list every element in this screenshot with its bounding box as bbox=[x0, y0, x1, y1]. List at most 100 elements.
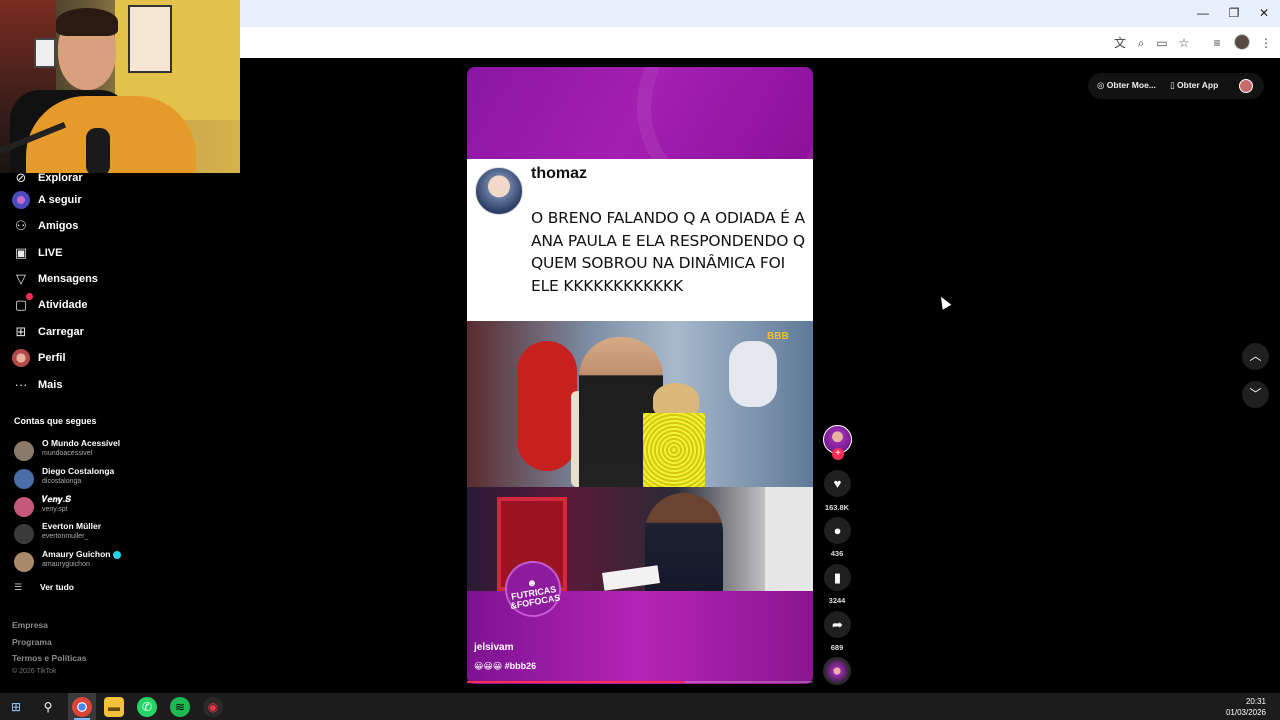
followed-account[interactable]: Diego Costalonga dicostalonga bbox=[14, 466, 214, 492]
see-all-link[interactable]: ☰ Ver tudo bbox=[14, 580, 74, 594]
file-explorer-icon[interactable]: ▬ bbox=[104, 697, 124, 717]
spotify-icon[interactable]: ≋ bbox=[170, 697, 190, 717]
like-count: 163.8K bbox=[824, 503, 850, 512]
reading-list-icon[interactable]: ≡ bbox=[1208, 34, 1226, 52]
mouse-cursor bbox=[936, 294, 952, 310]
sidebar-item-label: Amigos bbox=[38, 220, 79, 232]
account-handle: veny.spt bbox=[42, 506, 68, 513]
compass-icon: ⊘ bbox=[15, 170, 27, 185]
sidebar-item-activity[interactable]: ▢ Atividade bbox=[12, 293, 88, 317]
video-author[interactable]: jelsivam bbox=[474, 642, 513, 653]
obs-icon[interactable]: ◉ bbox=[203, 697, 223, 717]
avatar bbox=[14, 552, 34, 572]
video-scene-1: BBB bbox=[467, 321, 813, 487]
footer-link-terms[interactable]: Termos e Políticas bbox=[12, 653, 86, 663]
tweet-author: thomaz bbox=[531, 165, 587, 182]
activity-icon: ▢ bbox=[12, 293, 33, 314]
save-button[interactable]: ▮ bbox=[824, 564, 851, 591]
chrome-icon[interactable] bbox=[72, 697, 92, 717]
sidebar-item-live[interactable]: ▣ LIVE bbox=[12, 241, 63, 265]
windows-taskbar bbox=[0, 693, 1280, 720]
bookmark-icon: ▮ bbox=[833, 570, 842, 585]
video-player[interactable]: thomaz O BRENO FALANDO Q A ODIADA É A AN… bbox=[467, 67, 813, 684]
video-caption[interactable]: 😀😀😀 #bbb26 bbox=[474, 661, 536, 672]
sidebar-item-friends[interactable]: ⚇ Amigos bbox=[12, 214, 78, 238]
account-name: O Mundo Acessível bbox=[42, 438, 121, 448]
save-count: 3244 bbox=[828, 596, 846, 605]
bbb-logo: BBB bbox=[767, 331, 789, 342]
zoom-icon[interactable]: ⌕ bbox=[1132, 34, 1150, 52]
sidebar-item-label: Mais bbox=[38, 379, 63, 391]
tweet-card: thomaz O BRENO FALANDO Q A ODIADA É A AN… bbox=[467, 159, 813, 321]
sidebar-item-label: A seguir bbox=[38, 194, 82, 206]
share-icon: ➦ bbox=[832, 617, 843, 632]
avatar bbox=[14, 469, 34, 489]
cast-icon[interactable]: ▭ bbox=[1153, 34, 1171, 52]
followed-account[interactable]: Everton Müller evertonmuller_ bbox=[14, 521, 214, 547]
clock-time: 20:31 bbox=[1245, 697, 1266, 706]
avatar bbox=[14, 497, 34, 517]
more-icon[interactable]: ⋮ bbox=[1257, 34, 1275, 52]
heart-icon: ♥ bbox=[833, 476, 842, 491]
avatar bbox=[14, 441, 34, 461]
account-name: 𝑽𝒆𝒏𝒚.𝑺 bbox=[42, 494, 71, 504]
avatar bbox=[14, 524, 34, 544]
verified-badge-icon bbox=[113, 550, 122, 559]
sidebar-item-label: Atividade bbox=[38, 299, 88, 311]
user-avatar[interactable] bbox=[1239, 79, 1253, 93]
next-video-button[interactable]: ﹀ bbox=[1242, 381, 1269, 408]
account-handle: evertonmuller_ bbox=[42, 533, 89, 540]
music-disc[interactable] bbox=[823, 657, 851, 685]
follow-plus-icon[interactable]: + bbox=[832, 448, 844, 460]
sidebar-item-label: Explorar bbox=[38, 172, 83, 184]
profile-icon[interactable] bbox=[1234, 34, 1250, 50]
upload-icon: ⊞ bbox=[15, 324, 27, 339]
profile-avatar-icon bbox=[12, 349, 30, 367]
screen: — ❐ ✕ 文 ⌕ ▭ ☆ ≡ ⋮ ⊘ Explorar A seguir ⚇ … bbox=[0, 0, 1280, 720]
sidebar-item-profile[interactable]: Perfil bbox=[12, 346, 66, 370]
sidebar-item-more[interactable]: ··· Mais bbox=[12, 373, 63, 397]
followed-account[interactable]: 𝑽𝒆𝒏𝒚.𝑺 veny.spt bbox=[14, 494, 214, 520]
footer-link-company[interactable]: Empresa bbox=[12, 620, 48, 630]
whatsapp-icon[interactable]: ✆ bbox=[137, 697, 157, 717]
notification-badge bbox=[26, 293, 33, 300]
sidebar-item-messages[interactable]: ▽ Mensagens bbox=[12, 267, 98, 291]
restore-button[interactable]: ❐ bbox=[1220, 4, 1248, 22]
account-name: Amaury Guichon bbox=[42, 549, 122, 559]
tweet-avatar bbox=[475, 167, 523, 215]
translate-icon[interactable]: 文 bbox=[1111, 34, 1129, 52]
bookmark-star-icon[interactable]: ☆ bbox=[1175, 34, 1193, 52]
friends-icon: ⚇ bbox=[15, 218, 27, 233]
sidebar-item-following[interactable]: A seguir bbox=[12, 188, 82, 212]
minimize-button[interactable]: — bbox=[1189, 4, 1217, 22]
get-coins-button[interactable]: ◎ Obter Moe... bbox=[1097, 80, 1156, 91]
more-dots-icon: ··· bbox=[14, 377, 28, 392]
comment-button[interactable]: ● bbox=[824, 517, 851, 544]
previous-video-button[interactable]: ︿ bbox=[1242, 343, 1269, 370]
sidebar-item-explore[interactable]: ⊘ Explorar bbox=[12, 166, 83, 190]
send-icon: ▽ bbox=[16, 271, 26, 286]
webcam-overlay bbox=[0, 0, 240, 173]
like-button[interactable]: ♥ bbox=[824, 470, 851, 497]
share-button[interactable]: ➦ bbox=[824, 611, 851, 638]
video-progress-fill bbox=[467, 681, 685, 683]
close-button[interactable]: ✕ bbox=[1250, 4, 1278, 22]
video-progress-bar[interactable] bbox=[467, 681, 813, 683]
copyright: © 2026 TikTok bbox=[12, 668, 57, 675]
footer-link-program[interactable]: Programa bbox=[12, 637, 52, 647]
sidebar-item-label: Mensagens bbox=[38, 273, 98, 285]
windows-start-icon[interactable]: ⊞ bbox=[6, 697, 26, 717]
live-icon: ▣ bbox=[14, 245, 28, 260]
account-name: Diego Costalonga bbox=[42, 466, 115, 476]
chevron-down-icon: ﹀ bbox=[1249, 387, 1262, 401]
followed-account[interactable]: Amaury Guichon amauryguichon bbox=[14, 549, 214, 575]
share-count: 689 bbox=[830, 643, 844, 652]
comment-count: 436 bbox=[830, 549, 844, 558]
get-app-button[interactable]: ▯ Obter App bbox=[1170, 80, 1218, 91]
sidebar-item-upload[interactable]: ⊞ Carregar bbox=[12, 320, 84, 344]
sidebar-item-label: Perfil bbox=[38, 352, 66, 364]
account-handle: dicostalonga bbox=[42, 478, 82, 485]
search-icon[interactable]: ⚲ bbox=[38, 697, 58, 717]
followed-account[interactable]: O Mundo Acessível mundoacessivel bbox=[14, 438, 214, 464]
account-handle: amauryguichon bbox=[42, 561, 90, 568]
